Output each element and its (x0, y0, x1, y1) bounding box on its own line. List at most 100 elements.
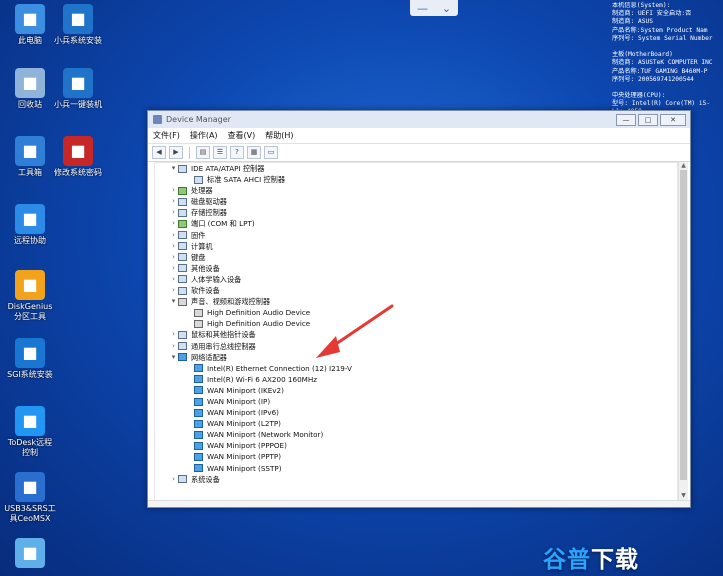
tree-node-label: 鼠标和其他指针设备 (191, 330, 256, 340)
desktop-icon[interactable]: ■ (4, 538, 56, 570)
desktop-icon[interactable]: ■ 此电脑 (4, 4, 56, 46)
scrollbar-thumb[interactable] (680, 170, 687, 480)
help-icon[interactable]: ? (230, 146, 244, 159)
chevron-right-icon[interactable]: › (169, 263, 178, 274)
tree-node[interactable]: › 系统设备 (155, 474, 677, 485)
tree-node[interactable]: ▾ 网络适配器 (155, 352, 677, 363)
chevron-right-icon[interactable]: › (169, 285, 178, 296)
chevron-right-icon[interactable]: › (169, 218, 178, 229)
desktop-icon-label: 工具箱 (18, 168, 42, 177)
tree-node[interactable]: ▾ IDE ATA/ATAPI 控制器 (155, 163, 677, 174)
tree-node[interactable]: High Definition Audio Device (155, 318, 677, 329)
network-adapter-icon (194, 464, 203, 473)
tree-node[interactable]: › 鼠标和其他指针设备 (155, 329, 677, 340)
minimize-icon[interactable]: — (417, 2, 428, 15)
desktop-icon[interactable]: ■ 小兵系统安装 (52, 4, 104, 46)
chevron-down-icon[interactable]: ▾ (169, 163, 178, 174)
tree-node-label: High Definition Audio Device (207, 319, 311, 329)
chevron-right-icon[interactable]: › (169, 207, 178, 218)
tree-node[interactable]: › 端口 (COM 和 LPT) (155, 218, 677, 229)
tree-node[interactable]: ▾ 声音、视频和游戏控制器 (155, 296, 677, 307)
properties-icon[interactable]: ▤ (196, 146, 210, 159)
tree-node[interactable]: › 处理器 (155, 185, 677, 196)
forward-icon[interactable]: ▶ (169, 146, 183, 159)
menu-item[interactable]: 操作(A) (190, 130, 218, 141)
desktop-icon[interactable]: ■ DiskGenius分区工具 (4, 270, 56, 322)
list-view-icon[interactable]: ☰ (213, 146, 227, 159)
chevron-right-icon[interactable]: › (169, 274, 178, 285)
monitor-icon[interactable]: ▭ (264, 146, 278, 159)
close-button[interactable]: ✕ (660, 113, 686, 126)
tree-node[interactable]: Intel(R) Ethernet Connection (12) I219-V (155, 363, 677, 374)
tree-node[interactable]: WAN Miniport (SSTP) (155, 463, 677, 474)
tree-node-label: High Definition Audio Device (207, 308, 311, 318)
hid-icon (178, 275, 187, 284)
tree-node[interactable]: High Definition Audio Device (155, 307, 677, 318)
desktop-icon[interactable]: ■ 回收站 (4, 68, 56, 110)
chevron-right-icon[interactable]: › (169, 474, 178, 485)
chevron-down-icon[interactable]: ▾ (169, 296, 178, 307)
tree-node-label: WAN Miniport (Network Monitor) (207, 430, 324, 440)
tree-node[interactable]: › 键盘 (155, 252, 677, 263)
disk-controller-icon (194, 175, 203, 184)
tree-node[interactable]: WAN Miniport (IPv6) (155, 407, 677, 418)
desktop-icon[interactable]: ■ 小兵一键装机 (52, 68, 104, 110)
network-adapter-icon (194, 441, 203, 450)
tree-node[interactable]: › 计算机 (155, 241, 677, 252)
network-adapter-icon (194, 408, 203, 417)
tree-node[interactable]: 标准 SATA AHCI 控制器 (155, 174, 677, 185)
tree-node-label: WAN Miniport (IP) (207, 396, 271, 406)
tree-node[interactable]: › 软件设备 (155, 285, 677, 296)
chevron-right-icon[interactable]: › (169, 341, 178, 352)
chevron-down-icon[interactable]: ▾ (169, 352, 178, 363)
maximize-button[interactable]: □ (638, 113, 658, 126)
system-info-line: 制造商: ASUSTeK COMPUTER INC (612, 59, 713, 67)
menu-item[interactable]: 文件(F) (153, 130, 180, 141)
tree-node[interactable]: WAN Miniport (IP) (155, 396, 677, 407)
menu-item[interactable]: 查看(V) (228, 130, 256, 141)
desktop-icon[interactable]: ■ SGI系统安装 (4, 338, 56, 380)
minimize-button[interactable]: — (616, 113, 636, 126)
sgi-icon: ■ (15, 338, 45, 368)
tree-node[interactable]: › 存储控制器 (155, 207, 677, 218)
chevron-down-icon[interactable]: ⌄ (442, 2, 451, 15)
tree-node[interactable]: WAN Miniport (PPPOE) (155, 440, 677, 451)
details-icon[interactable]: ▦ (247, 146, 261, 159)
tree-node[interactable]: › 其他设备 (155, 263, 677, 274)
chevron-right-icon[interactable]: › (169, 185, 178, 196)
chevron-right-icon[interactable]: › (169, 196, 178, 207)
chevron-right-icon[interactable]: › (169, 329, 178, 340)
menu-item[interactable]: 帮助(H) (265, 130, 293, 141)
system-info-line: 产品名称:TUF GAMING B460M-P (612, 67, 708, 75)
tree-node[interactable]: Intel(R) Wi-Fi 6 AX200 160MHz (155, 374, 677, 385)
mouse-icon (178, 330, 187, 339)
chevron-right-icon[interactable]: › (169, 241, 178, 252)
installer-icon: ■ (63, 68, 93, 98)
tree-node[interactable]: WAN Miniport (IKEv2) (155, 385, 677, 396)
chevron-right-icon[interactable]: › (169, 230, 178, 241)
desktop-icon[interactable]: ■ ToDesk远程控制 (4, 406, 56, 458)
tree-node[interactable]: WAN Miniport (PPTP) (155, 451, 677, 462)
desktop-icon[interactable]: ■ 工具箱 (4, 136, 56, 178)
desktop-icon[interactable]: ■ 远程协助 (4, 204, 56, 246)
system-info-line: 制造商: ASUS (612, 18, 653, 26)
keyboard-icon (178, 253, 187, 262)
desktop-icon[interactable]: ■ 修改系统密码 (52, 136, 104, 178)
scroll-down-icon[interactable]: ▼ (679, 492, 688, 500)
scroll-up-icon[interactable]: ▲ (679, 162, 688, 170)
system-info-line (612, 84, 723, 92)
back-icon[interactable]: ◀ (152, 146, 166, 159)
tree-node[interactable]: WAN Miniport (L2TP) (155, 418, 677, 429)
title-bar[interactable]: Device Manager — □ ✕ (148, 111, 690, 128)
tree-node[interactable]: › 固件 (155, 230, 677, 241)
desktop-icon[interactable]: ■ USB3&SRS工具CeoMSX (4, 472, 56, 524)
recycle-bin-icon: ■ (15, 68, 45, 98)
vertical-scrollbar[interactable]: ▲ ▼ (678, 162, 688, 500)
chevron-right-icon[interactable]: › (169, 252, 178, 263)
tree-node[interactable]: › 磁盘驱动器 (155, 196, 677, 207)
toolbar: ◀ ▶ ▤ ☰ ? ▦ ▭ (148, 144, 690, 162)
tree-node[interactable]: › 人体学输入设备 (155, 274, 677, 285)
tree-node[interactable]: › 通用串行总线控制器 (155, 341, 677, 352)
computer-icon: ■ (15, 4, 45, 34)
tree-node[interactable]: WAN Miniport (Network Monitor) (155, 429, 677, 440)
